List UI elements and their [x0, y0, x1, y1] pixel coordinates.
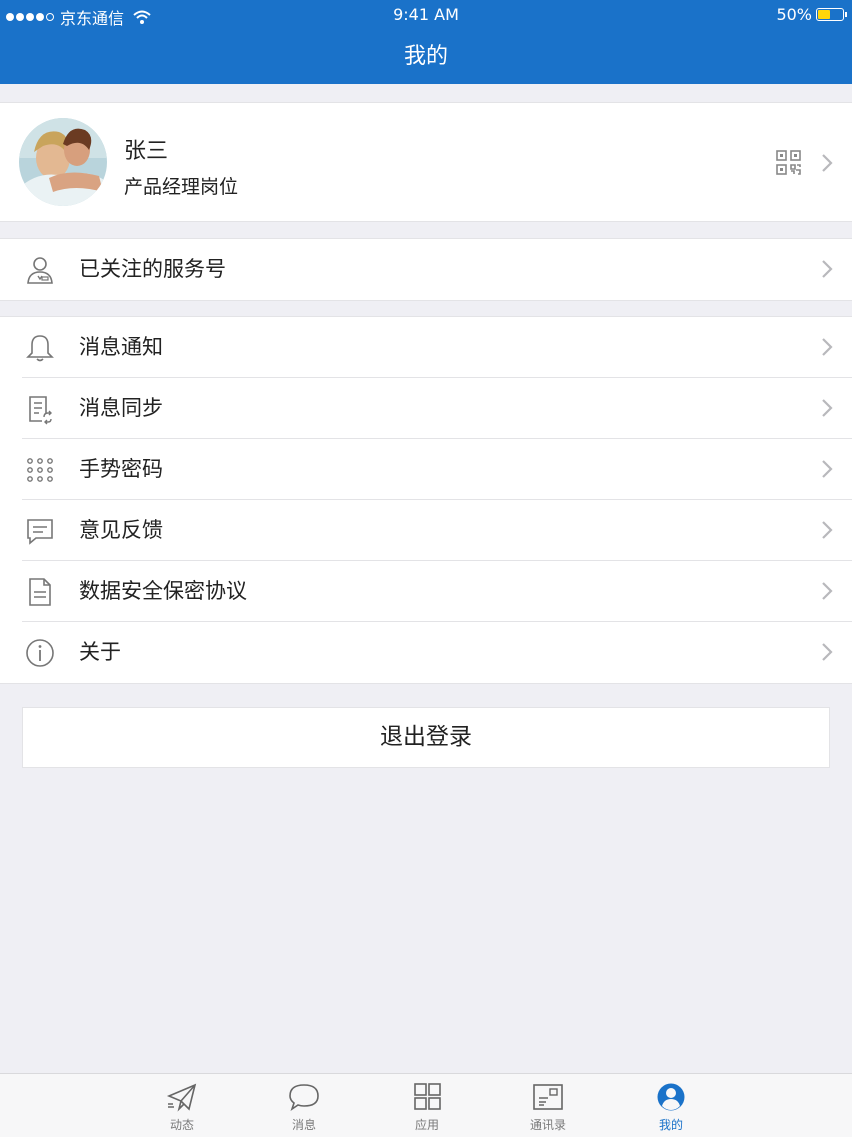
- tab-bar: 动态 消息 应用 通讯录 我的: [0, 1073, 852, 1137]
- chevron-right-icon: [822, 643, 833, 661]
- tab-label: 消息: [291, 1118, 316, 1132]
- battery-icon: [816, 8, 847, 21]
- menu-item-label: 关于: [79, 640, 121, 664]
- grid-icon: [414, 1083, 441, 1110]
- service-card: 已关注的服务号: [0, 238, 852, 301]
- logout-button[interactable]: 退出登录: [22, 707, 830, 768]
- bell-icon: [26, 335, 54, 362]
- service-person-icon: [27, 257, 53, 284]
- menu-item-notifications[interactable]: 消息通知: [0, 317, 852, 378]
- menu-item-label: 消息同步: [79, 396, 163, 420]
- avatar[interactable]: [19, 118, 107, 206]
- chat-bubble-icon: [289, 1084, 319, 1111]
- tab-label: 我的: [658, 1118, 683, 1132]
- feedback-icon: [27, 519, 53, 545]
- paper-plane-icon: [166, 1083, 197, 1112]
- tab-label: 应用: [414, 1118, 439, 1132]
- info-icon: [26, 639, 54, 667]
- tab-label: 动态: [169, 1118, 194, 1132]
- user-position: 产品经理岗位: [124, 176, 239, 198]
- tab-me[interactable]: 我的: [631, 1074, 711, 1137]
- chevron-right-icon: [822, 338, 833, 356]
- tab-messages[interactable]: 消息: [264, 1074, 344, 1137]
- chevron-right-icon: [822, 582, 833, 600]
- menu-item-label: 意见反馈: [79, 518, 163, 542]
- tab-contacts[interactable]: 通讯录: [508, 1074, 588, 1137]
- followed-services-row[interactable]: 已关注的服务号: [0, 239, 852, 300]
- page-title: 我的: [403, 44, 448, 69]
- chevron-right-icon: [822, 521, 833, 539]
- contact-card-icon: [533, 1084, 563, 1110]
- sync-doc-icon: [29, 396, 52, 425]
- menu-item-label: 消息通知: [79, 335, 163, 359]
- gesture-dots-icon: [27, 458, 53, 482]
- document-icon: [29, 578, 51, 606]
- menu-item-label: 数据安全保密协议: [79, 579, 247, 603]
- battery-percent: 50%: [776, 5, 812, 24]
- menu-item-about[interactable]: 关于: [0, 622, 852, 683]
- menu-item-data-security[interactable]: 数据安全保密协议: [0, 561, 852, 622]
- menu-item-sync[interactable]: 消息同步: [0, 378, 852, 439]
- tab-feed[interactable]: 动态: [142, 1074, 222, 1137]
- tab-label: 通讯录: [529, 1118, 566, 1132]
- qr-code-icon[interactable]: [776, 150, 802, 176]
- chevron-right-icon: [822, 399, 833, 417]
- user-name: 张三: [124, 139, 169, 164]
- chevron-right-icon: [822, 260, 833, 278]
- menu-item-gesture-password[interactable]: 手势密码: [0, 439, 852, 500]
- menu-item-feedback[interactable]: 意见反馈: [0, 500, 852, 561]
- settings-menu: 消息通知 消息同步 手势密码 意见反馈 数据安全保密协议 关于: [0, 316, 852, 684]
- profile-card[interactable]: 张三 产品经理岗位: [0, 102, 852, 222]
- status-right: 50%: [776, 5, 847, 24]
- nav-bar: 我的: [0, 30, 852, 84]
- chevron-right-icon: [822, 154, 833, 172]
- tab-apps[interactable]: 应用: [387, 1074, 467, 1137]
- status-bar: 京东通信 9:41 AM 50%: [0, 0, 852, 30]
- status-time: 9:41 AM: [393, 5, 459, 24]
- user-icon: [657, 1083, 685, 1111]
- menu-item-label: 手势密码: [79, 457, 163, 481]
- chevron-right-icon: [822, 460, 833, 478]
- followed-services-label: 已关注的服务号: [79, 257, 226, 281]
